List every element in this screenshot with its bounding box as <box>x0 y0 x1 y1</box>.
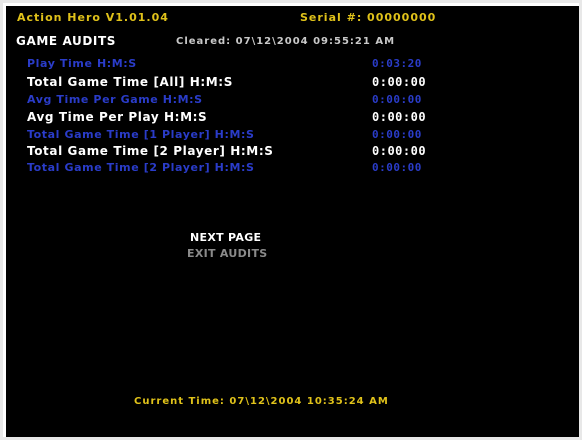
next-page-option[interactable]: NEXT PAGE <box>190 232 261 243</box>
audit-row-label: Play Time H:M:S <box>27 57 137 70</box>
audit-row-label: Avg Time Per Play H:M:S <box>27 110 208 124</box>
game-version: Action Hero V1.01.04 <box>17 11 169 24</box>
screenshot-frame: Action Hero V1.01.04 Serial #: 00000000 … <box>0 0 582 440</box>
audit-row-label: Total Game Time [All] H:M:S <box>27 75 233 89</box>
exit-audits-option[interactable]: EXIT AUDITS <box>187 248 267 259</box>
serial-number: Serial #: 00000000 <box>300 11 437 24</box>
audit-row-label: Total Game Time [1 Player] H:M:S <box>27 128 255 141</box>
audit-row-value: 0:00:00 <box>372 75 427 89</box>
current-time: Current Time: 07\12\2004 10:35:24 AM <box>134 396 389 407</box>
audit-row-value: 0:00:00 <box>372 93 422 106</box>
audit-row-value: 0:00:00 <box>372 128 422 141</box>
page-title: GAME AUDITS <box>16 34 116 48</box>
audit-screen: Action Hero V1.01.04 Serial #: 00000000 … <box>6 6 579 437</box>
audit-row-value: 0:00:00 <box>372 144 427 158</box>
audit-row-label: Avg Time Per Game H:M:S <box>27 93 203 106</box>
audit-row-value: 0:00:00 <box>372 110 427 124</box>
cleared-timestamp: Cleared: 07\12\2004 09:55:21 AM <box>176 36 396 47</box>
audit-row-value: 0:00:00 <box>372 161 422 174</box>
audit-row-label: Total Game Time [2 Player] H:M:S <box>27 144 274 158</box>
audit-row-label: Total Game Time [2 Player] H:M:S <box>27 161 255 174</box>
audit-row-value: 0:03:20 <box>372 57 422 70</box>
